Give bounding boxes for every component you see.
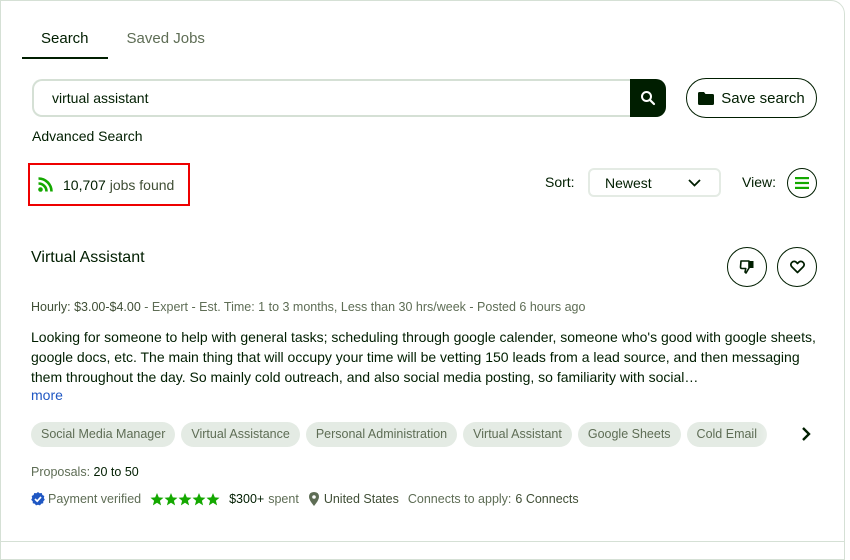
- client-info: Payment verified $300+ spent United Stat…: [31, 492, 579, 506]
- star-icon: [206, 492, 220, 505]
- save-job-button[interactable]: [777, 247, 817, 287]
- job-details: - Expert - Est. Time: 1 to 3 months, Les…: [140, 300, 586, 314]
- skills-fade: [760, 422, 792, 447]
- sort-selected: Newest: [605, 174, 652, 191]
- skill-tag[interactable]: Personal Administration: [305, 422, 458, 447]
- star-icon: [150, 492, 164, 505]
- thumbs-down-icon: [739, 260, 754, 274]
- tab-search[interactable]: Search: [22, 28, 108, 59]
- more-link[interactable]: more: [31, 387, 63, 403]
- heart-icon: [789, 260, 805, 274]
- connects-value: 6 Connects: [515, 492, 579, 506]
- save-search-button[interactable]: Save search: [686, 78, 817, 118]
- proposals-value: 20 to 50: [93, 465, 139, 479]
- chevron-down-icon: [688, 178, 701, 187]
- skill-tag[interactable]: Virtual Assistance: [181, 422, 300, 447]
- divider: [0, 541, 845, 542]
- skill-tag[interactable]: Google Sheets: [577, 422, 681, 447]
- jobs-found-highlight: 10,707 jobs found: [28, 163, 190, 206]
- proposals-label: Proposals:: [31, 465, 91, 479]
- proposals: Proposals: 20 to 50: [31, 465, 139, 479]
- client-location: United States: [323, 492, 399, 506]
- search-input[interactable]: [32, 79, 630, 117]
- folder-icon: [698, 91, 715, 105]
- search-icon: [641, 91, 656, 106]
- rss-icon[interactable]: [38, 177, 53, 192]
- view-label: View:: [742, 174, 776, 190]
- save-search-label: Save search: [721, 89, 805, 107]
- rating-stars: [150, 492, 220, 506]
- jobs-found-label: jobs found: [109, 176, 175, 193]
- job-title[interactable]: Virtual Assistant: [31, 249, 145, 267]
- spent-label: spent: [268, 492, 299, 506]
- job-description: Looking for someone to help with general…: [31, 329, 816, 385]
- sort-dropdown[interactable]: Newest: [588, 168, 721, 197]
- skills-list: Social Media Manager Virtual Assistance …: [31, 422, 791, 447]
- connects-label: Connects to apply:: [407, 492, 512, 506]
- jobs-count: 10,707: [63, 176, 106, 193]
- payment-verified: Payment verified: [48, 492, 142, 506]
- search-button[interactable]: [630, 79, 666, 117]
- advanced-search-link[interactable]: Advanced Search: [32, 128, 143, 144]
- jobs-found-text: 10,707 jobs found: [63, 177, 174, 193]
- list-icon: [795, 177, 809, 189]
- job-meta: Hourly: $3.00-$4.00 - Expert - Est. Time…: [31, 300, 585, 314]
- spent-value: $300+: [229, 492, 265, 506]
- chevron-right-icon: [802, 427, 811, 441]
- location-pin-icon: [308, 492, 319, 506]
- skill-tag[interactable]: Virtual Assistant: [463, 422, 572, 447]
- sort-label: Sort:: [545, 174, 575, 190]
- tab-saved-jobs[interactable]: Saved Jobs: [108, 28, 224, 59]
- star-icon: [192, 492, 206, 505]
- list-view-button[interactable]: [787, 168, 817, 198]
- dislike-button[interactable]: [727, 247, 767, 287]
- search-bar: [32, 79, 666, 117]
- skills-next-button[interactable]: [801, 426, 811, 447]
- job-rate: Hourly: $3.00-$4.00: [31, 300, 141, 314]
- verified-badge-icon: [31, 492, 45, 506]
- skill-tag[interactable]: Social Media Manager: [31, 422, 176, 447]
- star-icon: [164, 492, 178, 505]
- star-icon: [178, 492, 192, 505]
- skill-tag[interactable]: Cold Email: [686, 422, 767, 447]
- tabs: Search Saved Jobs: [22, 28, 224, 59]
